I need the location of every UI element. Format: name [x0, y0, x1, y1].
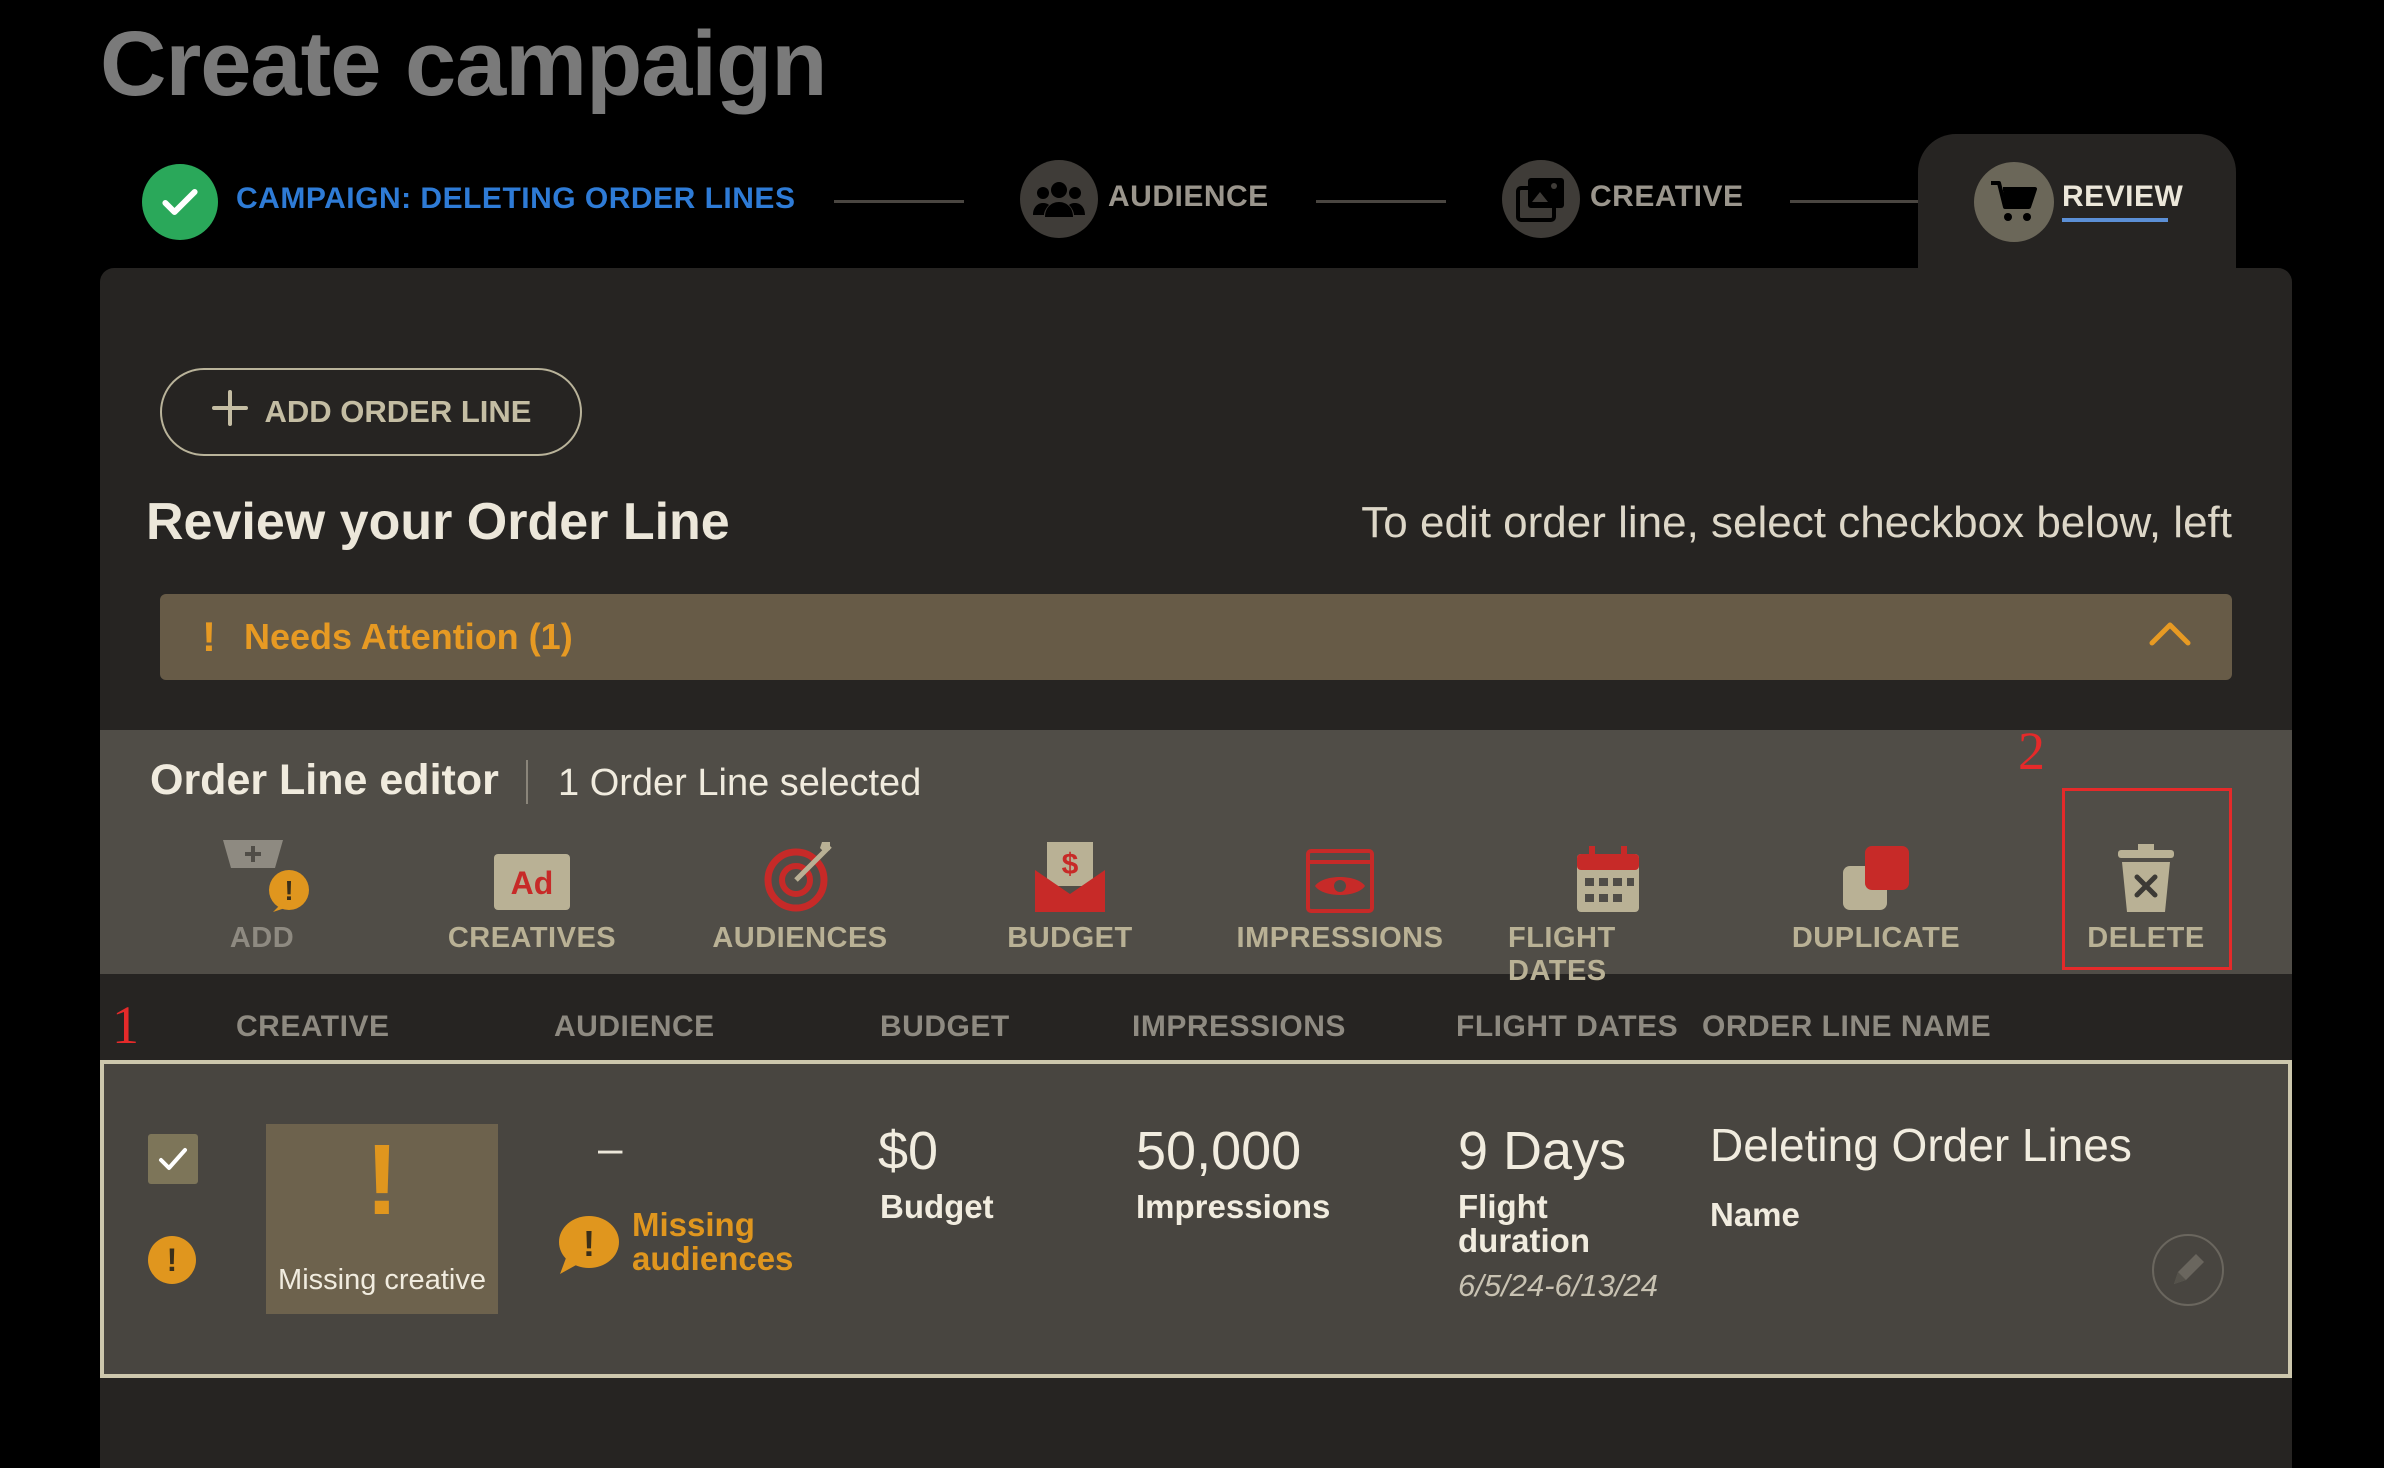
add-order-line-label: ADD ORDER LINE	[264, 394, 532, 429]
browser-eye-icon	[1305, 830, 1375, 914]
step-audience[interactable]: AUDIENCE	[1108, 180, 1269, 214]
tool-budget-label: BUDGET	[1007, 922, 1133, 954]
tool-duplicate-label: DUPLICATE	[1791, 922, 1961, 954]
flight-duration-label: Flight duration	[1458, 1188, 1590, 1259]
svg-text:Ad: Ad	[511, 865, 554, 901]
needs-attention-bar[interactable]: ! Needs Attention (1)	[160, 594, 2232, 680]
tool-budget[interactable]: $ BUDGET	[970, 830, 1170, 955]
cart-icon	[1974, 162, 2054, 242]
selection-count: 1 Order Line selected	[558, 762, 922, 804]
budget-value: $0	[878, 1121, 939, 1181]
edit-hint: To edit order line, select checkbox belo…	[1361, 498, 2232, 547]
duplicate-icon	[1839, 830, 1913, 914]
col-header-audience[interactable]: AUDIENCE	[554, 1010, 715, 1044]
tool-duplicate[interactable]: DUPLICATE	[1776, 830, 1976, 955]
tool-creatives[interactable]: Ad CREATIVES	[432, 830, 632, 955]
order-line-name-label: Name	[1710, 1196, 1800, 1233]
impressions-value: 50,000	[1136, 1121, 1302, 1181]
creative-caption: Missing creative	[278, 1264, 486, 1296]
step-divider	[834, 200, 964, 203]
col-header-budget[interactable]: BUDGET	[880, 1010, 1010, 1044]
money-envelope-icon: $	[1033, 830, 1107, 914]
ad-icon: Ad	[492, 830, 572, 914]
step-review[interactable]: REVIEW	[2062, 180, 2183, 214]
exclamation-icon: !	[202, 613, 216, 660]
people-icon	[1020, 160, 1098, 238]
flight-duration-value: 9 Days	[1458, 1121, 1627, 1181]
add-alert-icon: !	[207, 830, 317, 914]
row-checkbox[interactable]	[148, 1134, 198, 1184]
creative-thumbnail[interactable]: ! Missing creative	[266, 1124, 498, 1314]
tool-add-label: ADD	[229, 922, 295, 954]
tool-audiences-label: AUDIENCES	[712, 922, 888, 954]
page-title: Create campaign	[100, 13, 827, 115]
col-header-impressions[interactable]: IMPRESSIONS	[1132, 1010, 1346, 1044]
col-header-creative[interactable]: CREATIVE	[236, 1010, 389, 1044]
pencil-icon[interactable]	[2152, 1234, 2224, 1306]
tool-add[interactable]: ! ADD	[162, 830, 362, 955]
col-header-flight-dates[interactable]: FLIGHT DATES	[1456, 1010, 1678, 1044]
chevron-up-icon[interactable]	[2148, 616, 2192, 658]
needs-attention-label: Needs Attention (1)	[244, 616, 573, 657]
col-header-order-line-name[interactable]: ORDER LINE NAME	[1702, 1010, 1991, 1044]
audience-value: –	[598, 1124, 623, 1173]
tool-impressions-label: IMPRESSIONS	[1236, 922, 1444, 954]
target-icon	[762, 830, 838, 914]
check-icon	[142, 164, 218, 240]
review-heading: Review your Order Line	[146, 493, 730, 551]
exclamation-icon: !	[365, 1124, 399, 1236]
svg-text:$: $	[1062, 848, 1079, 881]
step-divider	[1316, 200, 1446, 203]
annotation-number: 2	[2018, 721, 2045, 781]
step-campaign[interactable]: CAMPAIGN: DELETING ORDER LINES	[236, 182, 795, 216]
tool-flight-dates[interactable]: FLIGHT DATES	[1508, 830, 1708, 988]
add-order-line-button[interactable]: ADD ORDER LINE	[160, 368, 582, 456]
warning-icon: !	[148, 1236, 196, 1284]
speech-alert-icon: !	[556, 1214, 622, 1281]
tool-audiences[interactable]: AUDIENCES	[700, 830, 900, 955]
step-divider	[1790, 200, 1920, 203]
step-creative[interactable]: CREATIVE	[1590, 180, 1743, 214]
image-gallery-icon	[1502, 160, 1580, 238]
svg-text:!: !	[284, 875, 293, 906]
divider	[526, 760, 528, 804]
flight-date-range: 6/5/24-6/13/24	[1458, 1268, 1658, 1303]
tool-creatives-label: CREATIVES	[447, 922, 617, 954]
annotation-box	[2062, 788, 2232, 970]
editor-title: Order Line editor	[150, 756, 499, 804]
order-line-name: Deleting Order Lines	[1710, 1119, 2132, 1171]
review-underline	[2062, 218, 2168, 222]
tool-flight-dates-label: FLIGHT DATES	[1508, 922, 1616, 987]
tool-impressions[interactable]: IMPRESSIONS	[1237, 830, 1443, 955]
annotation-number: 1	[112, 995, 139, 1055]
calendar-icon	[1575, 830, 1641, 914]
plus-icon	[211, 389, 249, 435]
impressions-label: Impressions	[1136, 1188, 1331, 1225]
missing-audiences[interactable]: Missing audiences	[632, 1208, 793, 1276]
budget-label: Budget	[880, 1188, 994, 1225]
svg-text:!: !	[583, 1223, 595, 1264]
